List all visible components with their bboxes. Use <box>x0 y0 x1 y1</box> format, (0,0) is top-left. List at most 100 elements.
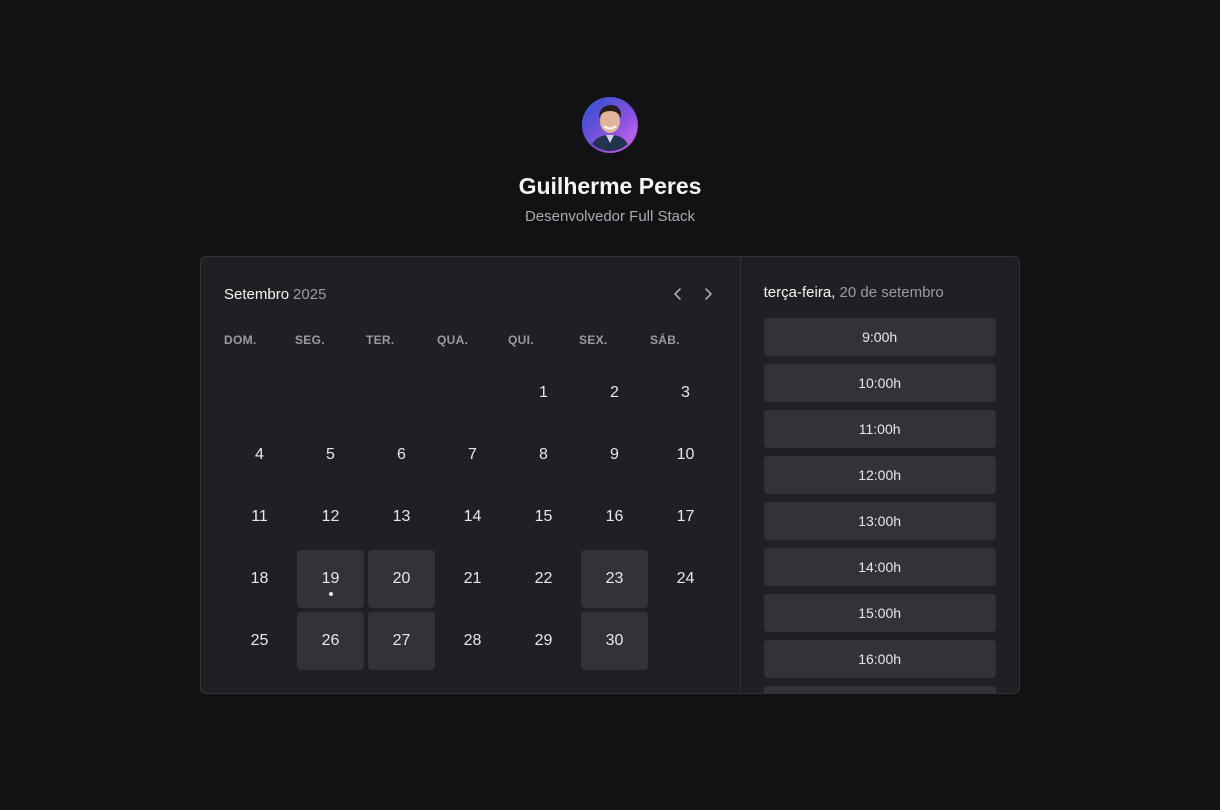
next-month-button[interactable] <box>699 285 717 303</box>
day-number: 22 <box>534 570 553 587</box>
calendar-day: 3 <box>652 364 719 422</box>
profile-name: Guilherme Peres <box>518 173 702 199</box>
calendar-day: 7 <box>439 426 506 484</box>
calendar-day: 13 <box>368 488 435 546</box>
empty-day-cell <box>295 362 366 424</box>
empty-day-cell <box>366 362 437 424</box>
calendar-day-available[interactable]: 23 <box>581 550 648 608</box>
day-number: 6 <box>397 446 406 463</box>
day-number: 20 <box>392 570 411 587</box>
time-slot-button[interactable]: 14:00h <box>763 548 996 586</box>
calendar-day: 28 <box>439 612 506 670</box>
chevron-right-icon <box>704 288 712 300</box>
calendar-header: Setembro 2025 <box>224 284 717 304</box>
time-slot-button[interactable]: 16:00h <box>763 640 996 678</box>
day-number: 10 <box>676 446 695 463</box>
day-number: 15 <box>534 508 553 525</box>
time-slot-button[interactable] <box>763 686 996 693</box>
day-number: 2 <box>610 384 619 401</box>
calendar-day-available[interactable]: 19 <box>297 550 364 608</box>
calendar-day: 4 <box>226 426 293 484</box>
selected-weekday: terça-feira, <box>763 284 836 301</box>
time-slot-list: 9:00h 10:00h 11:00h 12:00h 13:00h 14:00h 15:00… <box>763 318 996 693</box>
day-number: 11 <box>251 508 268 525</box>
time-slot-button[interactable]: 9:00h <box>763 318 996 356</box>
calendar-day: 9 <box>581 426 648 484</box>
weekday-label: SÁB. <box>650 333 680 347</box>
calendar-day-available[interactable]: 30 <box>581 612 648 670</box>
time-slots-panel: terça-feira, 20 de setembro 9:00h 10:00h 1… <box>739 257 1019 693</box>
calendar-day: 18 <box>226 550 293 608</box>
day-number: 8 <box>539 446 548 463</box>
day-number: 5 <box>326 446 335 463</box>
day-number: 18 <box>250 570 269 587</box>
day-number: 7 <box>468 446 477 463</box>
weekday-label: TER. <box>366 333 395 347</box>
calendar-month: Setembro <box>224 285 290 303</box>
calendar-day: 6 <box>368 426 435 484</box>
avatar <box>582 97 638 153</box>
day-number: 16 <box>605 508 624 525</box>
day-number: 19 <box>321 570 340 587</box>
weekday-label: SEX. <box>579 333 608 347</box>
calendar-day: 11 <box>226 488 293 546</box>
empty-day-cell <box>437 362 508 424</box>
calendar-days-grid: 1 2 3 4 5 6 7 8 9 10 11 12 13 14 15 16 17 18 19 20 21 22 23 24 2… <box>224 362 721 672</box>
day-number: 13 <box>392 508 411 525</box>
calendar-day: 22 <box>510 550 577 608</box>
calendar-day: 17 <box>652 488 719 546</box>
time-slot-button[interactable]: 13:00h <box>763 502 996 540</box>
calendar-year: 2025 <box>293 285 327 303</box>
calendar-day: 5 <box>297 426 364 484</box>
day-number: 24 <box>676 570 695 587</box>
day-number: 26 <box>321 632 340 649</box>
day-number: 29 <box>534 632 553 649</box>
previous-month-button[interactable] <box>669 285 687 303</box>
selected-date-title: terça-feira, 20 de setembro <box>764 284 944 301</box>
day-number: 23 <box>605 570 624 587</box>
calendar-day-available[interactable]: 26 <box>297 612 364 670</box>
day-number: 12 <box>321 508 340 525</box>
calendar-day: 25 <box>226 612 293 670</box>
calendar-day: 29 <box>510 612 577 670</box>
today-indicator-dot <box>328 592 333 596</box>
day-number: 3 <box>681 384 690 401</box>
calendar-day: 2 <box>581 364 648 422</box>
calendar-nav <box>669 285 717 303</box>
day-number: 21 <box>463 570 482 587</box>
time-slot-button[interactable]: 12:00h <box>763 456 996 494</box>
calendar-day: 15 <box>510 488 577 546</box>
selected-date: 20 de setembro <box>839 284 944 301</box>
calendar-day: 12 <box>297 488 364 546</box>
calendar: Setembro 2025 DOM. SEG. TER. QUA. QUI. SEX. SÁB… <box>201 257 740 693</box>
calendar-day: 10 <box>652 426 719 484</box>
day-number: 27 <box>392 632 411 649</box>
day-number: 4 <box>255 446 264 463</box>
calendar-title: Setembro 2025 <box>224 286 326 303</box>
time-slot-button[interactable]: 10:00h <box>763 364 996 402</box>
profile-header: Guilherme Peres Desenvolvedor Full Stack <box>0 97 1220 226</box>
calendar-day: 8 <box>510 426 577 484</box>
weekday-header-row: DOM. SEG. TER. QUA. QUI. SEX. SÁB. <box>224 333 721 347</box>
day-number: 9 <box>610 446 619 463</box>
calendar-day-available[interactable]: 27 <box>368 612 435 670</box>
avatar-image <box>584 99 636 151</box>
day-number: 28 <box>463 632 482 649</box>
day-number: 30 <box>605 632 624 649</box>
calendar-day: 21 <box>439 550 506 608</box>
scheduling-card: Setembro 2025 DOM. SEG. TER. QUA. QUI. SEX. SÁB… <box>200 256 1020 694</box>
calendar-day-available[interactable]: 20 <box>368 550 435 608</box>
calendar-day: 14 <box>439 488 506 546</box>
weekday-label: QUA. <box>437 333 469 347</box>
day-number: 14 <box>463 508 482 525</box>
weekday-label: DOM. <box>224 333 257 347</box>
day-number: 25 <box>250 632 269 649</box>
calendar-day: 24 <box>652 550 719 608</box>
weekday-label: SEG. <box>295 333 325 347</box>
empty-day-cell <box>224 362 295 424</box>
time-slot-button[interactable]: 15:00h <box>763 594 996 632</box>
time-slot-button[interactable]: 11:00h <box>763 410 996 448</box>
profile-role: Desenvolvedor Full Stack <box>524 208 696 225</box>
weekday-label: QUI. <box>508 333 534 347</box>
calendar-day: 1 <box>510 364 577 422</box>
